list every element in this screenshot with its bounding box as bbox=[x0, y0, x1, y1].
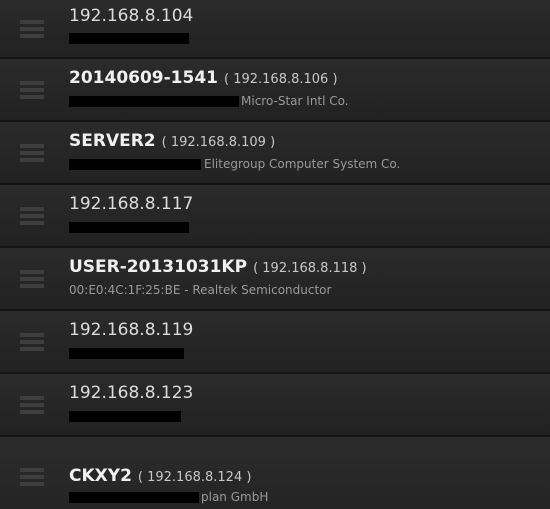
redaction-bar bbox=[69, 492, 199, 503]
redaction-bar bbox=[69, 33, 189, 44]
device-title: USER-20131031KP ( 192.168.8.118 ) bbox=[69, 257, 367, 277]
device-detail-line bbox=[69, 220, 429, 236]
redaction-bar bbox=[69, 411, 181, 422]
device-hostname: 20140609-1541 bbox=[69, 68, 218, 88]
redaction-bar bbox=[69, 222, 189, 233]
device-row[interactable]: 192.168.8.117 bbox=[0, 183, 550, 246]
device-detail-line: Micro-Star Intl Co. bbox=[69, 94, 429, 110]
device-ip: 192.168.8.123 bbox=[69, 383, 194, 403]
device-row[interactable]: SERVER2 ( 192.168.8.109 ) Elitegroup Comp… bbox=[0, 120, 550, 183]
device-title: 20140609-1541 ( 192.168.8.106 ) bbox=[69, 68, 338, 88]
redaction-bar bbox=[69, 96, 239, 107]
device-ip: 192.168.8.117 bbox=[69, 194, 194, 214]
device-detail-line bbox=[69, 409, 429, 425]
device-row[interactable]: 20140609-1541 ( 192.168.8.106 ) Micro-Sta… bbox=[0, 57, 550, 120]
device-title: 192.168.8.104 bbox=[69, 6, 193, 26]
device-title: SERVER2 ( 192.168.8.109 ) bbox=[69, 131, 275, 151]
device-detail-line: Elitegroup Computer System Co. bbox=[69, 157, 429, 173]
device-ip: ( 192.168.8.124 ) bbox=[137, 470, 252, 485]
device-ip: 192.168.8.119 bbox=[69, 320, 194, 340]
server-icon bbox=[20, 395, 44, 414]
device-detail: Elitegroup Computer System Co. bbox=[204, 157, 401, 171]
device-ip: ( 192.168.8.118 ) bbox=[253, 261, 367, 276]
device-row[interactable]: 192.168.8.123 bbox=[0, 372, 550, 435]
device-title: 192.168.8.117 bbox=[69, 194, 193, 214]
device-ip: ( 192.168.8.106 ) bbox=[224, 72, 338, 87]
server-icon bbox=[20, 332, 44, 351]
server-icon bbox=[20, 468, 44, 486]
device-ip: ( 192.168.8.109 ) bbox=[161, 135, 276, 150]
device-detail-line: plan GmbH bbox=[69, 490, 429, 506]
device-detail: 00:E0:4C:1F:25:BE - Realtek Semiconducto… bbox=[69, 283, 332, 297]
device-row[interactable]: USER-20131031KP ( 192.168.8.118 ) 00:E0:4… bbox=[0, 246, 550, 309]
device-detail-line bbox=[69, 346, 429, 362]
device-title: 192.168.8.123 bbox=[69, 383, 193, 403]
server-icon bbox=[20, 143, 44, 162]
device-title: CKXY2 ( 192.168.8.124 ) bbox=[69, 466, 251, 486]
device-list: 192.168.8.104 20140609-1541 ( 192.168.8.1… bbox=[0, 0, 550, 509]
server-icon bbox=[20, 80, 44, 99]
server-icon bbox=[20, 269, 44, 288]
server-icon bbox=[20, 19, 44, 38]
device-row[interactable]: 192.168.8.119 bbox=[0, 309, 550, 372]
device-detail-line bbox=[69, 31, 429, 47]
device-detail: Micro-Star Intl Co. bbox=[241, 94, 349, 108]
device-detail-line: 00:E0:4C:1F:25:BE - Realtek Semiconducto… bbox=[69, 283, 429, 299]
device-hostname: SERVER2 bbox=[69, 131, 156, 151]
server-icon bbox=[20, 206, 44, 225]
device-row[interactable]: CKXY2 ( 192.168.8.124 ) plan GmbH bbox=[0, 435, 550, 509]
device-detail: plan GmbH bbox=[201, 490, 269, 504]
redaction-bar bbox=[69, 159, 201, 170]
device-hostname: USER-20131031KP bbox=[69, 257, 248, 277]
redaction-bar bbox=[69, 348, 184, 359]
device-title: 192.168.8.119 bbox=[69, 320, 193, 340]
device-ip: 192.168.8.104 bbox=[69, 6, 194, 26]
device-row[interactable]: 192.168.8.104 bbox=[0, 0, 550, 57]
device-hostname: CKXY2 bbox=[69, 466, 132, 486]
